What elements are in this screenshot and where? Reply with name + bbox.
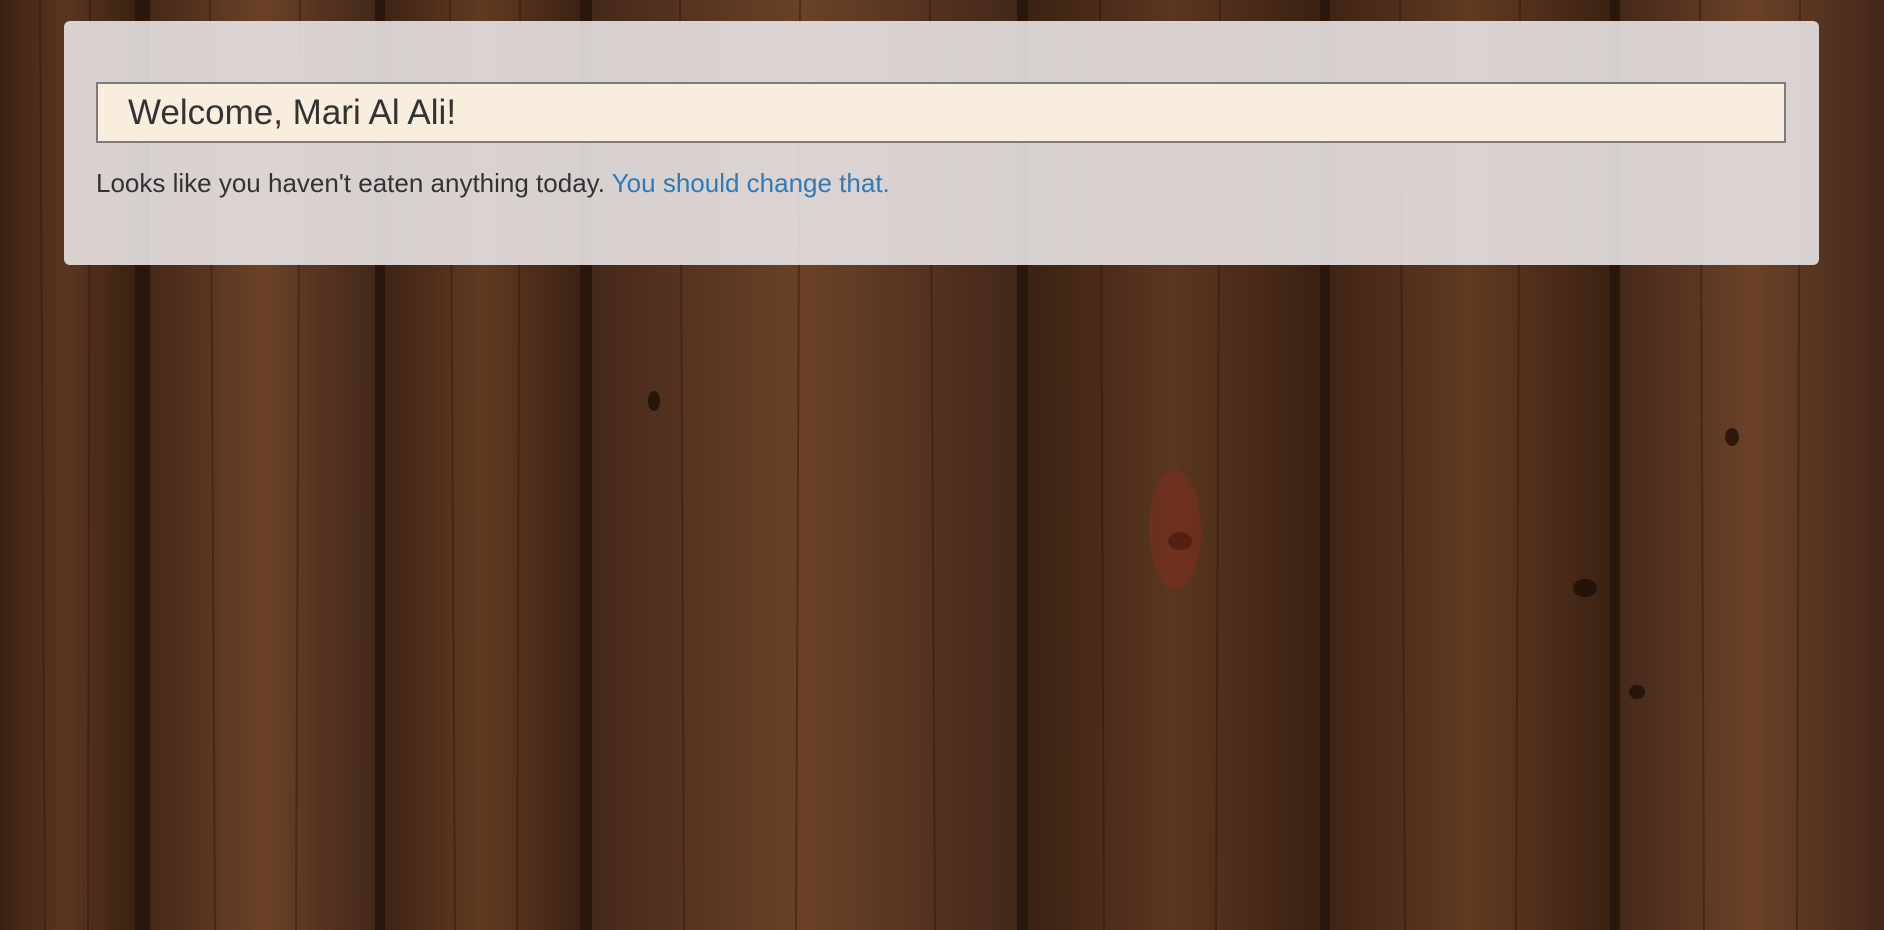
status-text: Looks like you haven't eaten anything to… — [96, 168, 605, 198]
change-that-link[interactable]: You should change that. — [612, 168, 890, 198]
welcome-banner: Welcome, Mari Al Ali! — [96, 82, 1786, 143]
status-message: Looks like you haven't eaten anything to… — [96, 168, 890, 199]
welcome-card: Welcome, Mari Al Ali! Looks like you hav… — [64, 21, 1819, 265]
welcome-heading: Welcome, Mari Al Ali! — [128, 92, 457, 132]
